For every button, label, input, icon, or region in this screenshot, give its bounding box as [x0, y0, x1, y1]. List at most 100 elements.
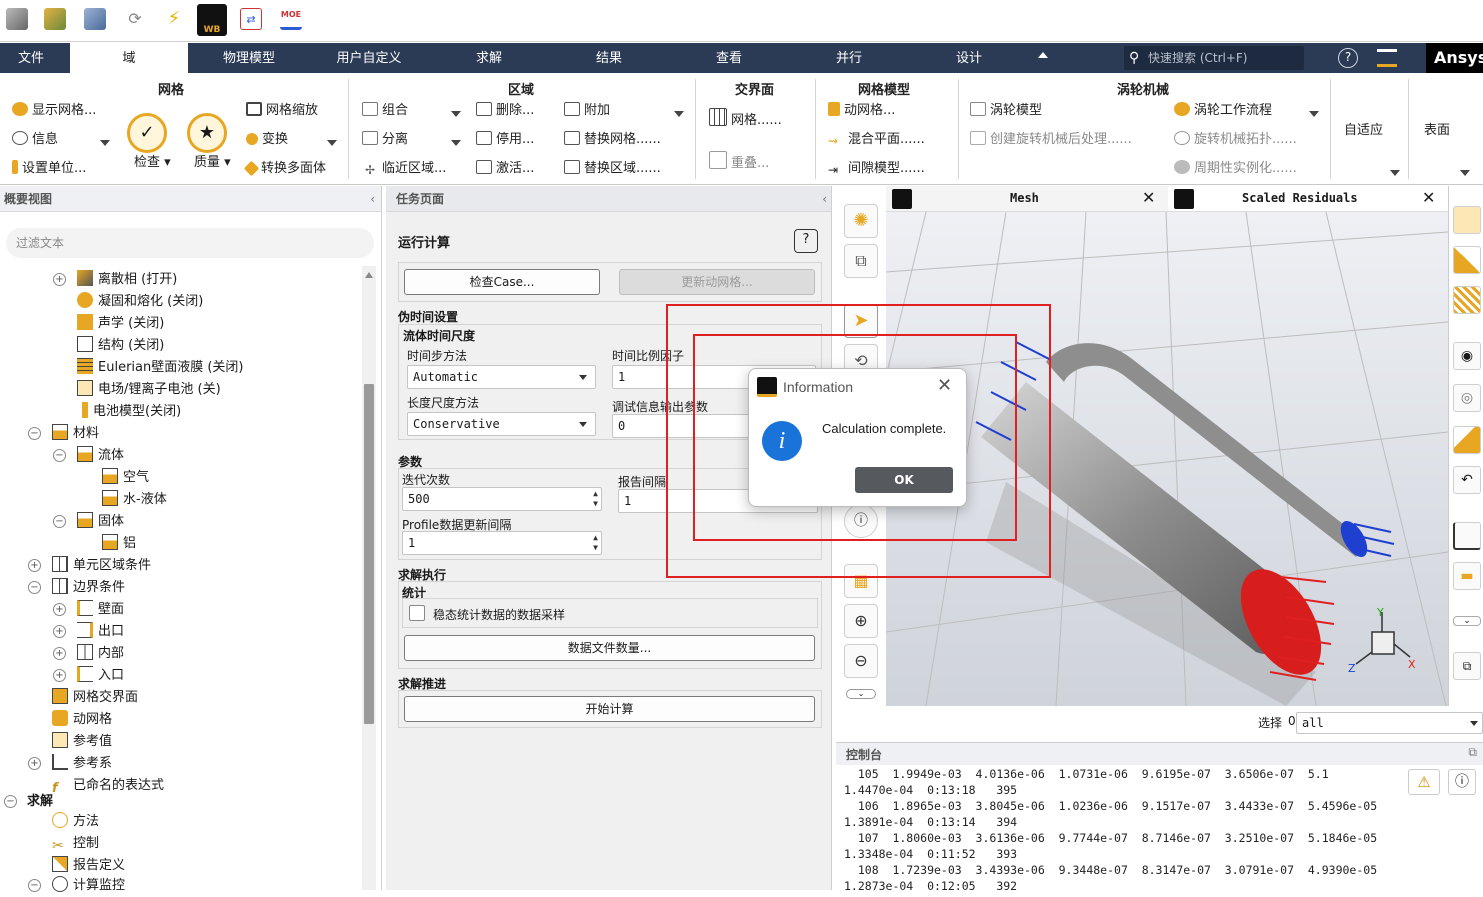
tree-item-eulerian-film[interactable]: Eulerian壁面液膜 (关闭) [77, 357, 244, 379]
fit-to-window-icon[interactable]: ✺ [844, 204, 878, 238]
scale-button[interactable]: 网格缩放 [246, 101, 318, 121]
tab-view[interactable]: 查看 [690, 43, 768, 73]
expand-toggle[interactable]: + [53, 603, 66, 616]
adjacency-button[interactable]: ✢ 临近区域... [362, 159, 446, 179]
zoom-out-icon[interactable]: ⊖ [844, 644, 878, 678]
tree-item-materials[interactable]: 材料 [52, 423, 99, 445]
calculate-button[interactable]: 开始计算 [404, 696, 815, 722]
workflow-dropdown-icon[interactable] [1309, 111, 1319, 117]
expand-toggle[interactable]: + [53, 625, 66, 638]
profile-interval-input[interactable]: 1 ▲ ▼ [402, 531, 602, 555]
copy-icon[interactable]: ⧉ [1453, 652, 1481, 680]
expand-toggle[interactable]: + [28, 559, 41, 572]
close-icon[interactable]: ✕ [1422, 188, 1435, 207]
turbo-model-checkbox[interactable]: 涡轮模型 [970, 101, 1042, 121]
search-input[interactable]: ⚲ 快速搜索 (Ctrl+F) [1124, 46, 1304, 70]
scroll-up-icon[interactable] [365, 272, 373, 278]
help-icon[interactable]: ? [794, 229, 818, 253]
tree-item-structure[interactable]: 结构 (关闭) [77, 335, 164, 357]
expand-toggle[interactable]: + [28, 757, 41, 770]
view-front-icon[interactable] [1453, 206, 1481, 234]
gap-model-button[interactable]: ⇥ 间隙模型...... [828, 159, 925, 179]
tree-item-monitors[interactable]: 计算监控 [52, 875, 125, 897]
periodic-button[interactable]: 周期性实例化...... [1174, 159, 1297, 179]
tree-item-acoustics[interactable]: 声学 (关闭) [77, 313, 164, 335]
tree-item-methods[interactable]: 方法 [52, 811, 99, 833]
separate-dropdown-icon[interactable] [451, 140, 461, 146]
graphics-tab-mesh[interactable]: Mesh ✕ [886, 186, 1168, 212]
tree-item-water-liquid[interactable]: 水-液体 [102, 489, 167, 511]
tree-item-battery-echem[interactable]: 电场/锂离子电池 (关) [77, 379, 221, 401]
turbo-workflow-button[interactable]: 涡轮工作流程 [1174, 101, 1272, 121]
convert-polyhedra-button[interactable]: 转换多面体 [243, 159, 326, 179]
collapse-panel-icon[interactable]: ‹ [822, 186, 827, 212]
tree-item-report-definitions[interactable]: 报告定义 [52, 855, 125, 877]
tab-results[interactable]: 结果 [570, 43, 648, 73]
notes-icon[interactable] [1377, 49, 1397, 67]
tab-user-defined[interactable]: 用户自定义 [318, 43, 420, 73]
update-dynamic-mesh-button[interactable]: 更新动网格... [619, 269, 815, 295]
turbo-topology-button[interactable]: 旋转机械拓扑...... [1174, 130, 1297, 150]
cube-gray-icon[interactable] [6, 8, 28, 30]
tree-item-interior[interactable]: 内部 [77, 643, 124, 665]
tab-domain[interactable]: 域 [70, 43, 188, 73]
cube-blue-icon[interactable] [84, 8, 106, 30]
transform-button[interactable]: 变换 [246, 130, 288, 150]
tree-item-cell-zones[interactable]: 单元区域条件 [52, 555, 151, 577]
tree-item-named-expressions[interactable]: f 已命名的表达式 [52, 775, 164, 797]
transfer-icon[interactable]: ⇄ [240, 8, 262, 30]
spinner-icon[interactable]: ▲ ▼ [593, 533, 598, 553]
append-button[interactable]: 附加 [564, 101, 610, 121]
sampling-checkbox[interactable] [409, 605, 425, 621]
view-mesh-icon[interactable] [1453, 286, 1481, 314]
check-button[interactable]: 检查 ▾ [134, 153, 171, 173]
iterations-input[interactable]: 500 ▲ ▼ [402, 487, 602, 511]
replace-zone-button[interactable]: 替换区域...... [564, 159, 661, 179]
set-units-button[interactable]: 设置单位... [12, 159, 86, 179]
replace-mesh-button[interactable]: 替换网格...... [564, 130, 661, 150]
tree-item-air[interactable]: 空气 [102, 467, 149, 489]
axes-view-icon[interactable] [1453, 522, 1481, 550]
transform-dropdown-icon[interactable] [327, 140, 337, 146]
cube-color-icon[interactable] [44, 8, 66, 30]
combine-button[interactable]: 组合 [362, 101, 408, 121]
quality-icon[interactable]: ★ [187, 113, 227, 153]
adapt-dropdown-icon[interactable] [1390, 170, 1400, 176]
delete-button[interactable]: 删除... [476, 101, 534, 121]
dynamic-mesh-button[interactable]: 动网格... [828, 101, 895, 121]
expand-toggle[interactable]: + [53, 647, 66, 660]
tree-item-solid[interactable]: 固体 [77, 511, 124, 533]
help-icon[interactable]: ? [1338, 48, 1358, 68]
check-case-button[interactable]: 检查Case... [404, 269, 600, 295]
filter-input[interactable]: 过滤文本 [6, 228, 374, 258]
ruler-icon[interactable]: ▬ [1453, 562, 1481, 590]
undo-view-icon[interactable]: ↶ [1453, 466, 1481, 494]
data-file-quantities-button[interactable]: 数据文件数量... [404, 635, 815, 661]
expand-toggle[interactable]: + [53, 273, 66, 286]
collapse-toggle[interactable]: − [53, 515, 66, 528]
time-step-method-select[interactable]: Automatic [407, 365, 596, 389]
interface-mesh-button[interactable]: 网格...... [709, 108, 782, 128]
lightning-icon[interactable]: ⚡ [163, 8, 185, 30]
show-mesh-button[interactable]: 显示网格... [12, 101, 96, 121]
activate-button[interactable]: 激活... [476, 159, 534, 179]
separate-button[interactable]: 分离 [362, 130, 408, 150]
mixing-plane-button[interactable]: ⇝ 混合平面...... [828, 130, 925, 150]
collapse-ribbon-icon[interactable] [1038, 52, 1048, 58]
tab-file[interactable]: 文件 [0, 43, 62, 73]
tab-design[interactable]: 设计 [930, 43, 1008, 73]
tree-item-boundary-conditions[interactable]: 边界条件 [52, 577, 125, 599]
overset-button[interactable]: 重叠... [709, 151, 769, 171]
quality-button[interactable]: 质量 ▾ [194, 153, 231, 173]
deactivate-button[interactable]: 停用... [476, 130, 534, 150]
info-dropdown-icon[interactable] [100, 140, 110, 146]
refresh-icon[interactable]: ⟳ [124, 8, 146, 30]
tree-item-outlet[interactable]: 出口 [77, 621, 124, 643]
moe-icon[interactable]: MOE [280, 8, 302, 30]
turbo-post-button[interactable]: 创建旋转机械后处理...... [970, 130, 1132, 150]
tree-item-fluid[interactable]: 流体 [77, 445, 124, 467]
tree-item-reference-values[interactable]: 参考值 [52, 731, 112, 753]
graphics-tab-residuals[interactable]: Scaled Residuals ✕ [1168, 186, 1448, 212]
collapse-panel-icon[interactable]: ‹ [370, 186, 375, 212]
ok-button[interactable]: OK [855, 467, 953, 493]
